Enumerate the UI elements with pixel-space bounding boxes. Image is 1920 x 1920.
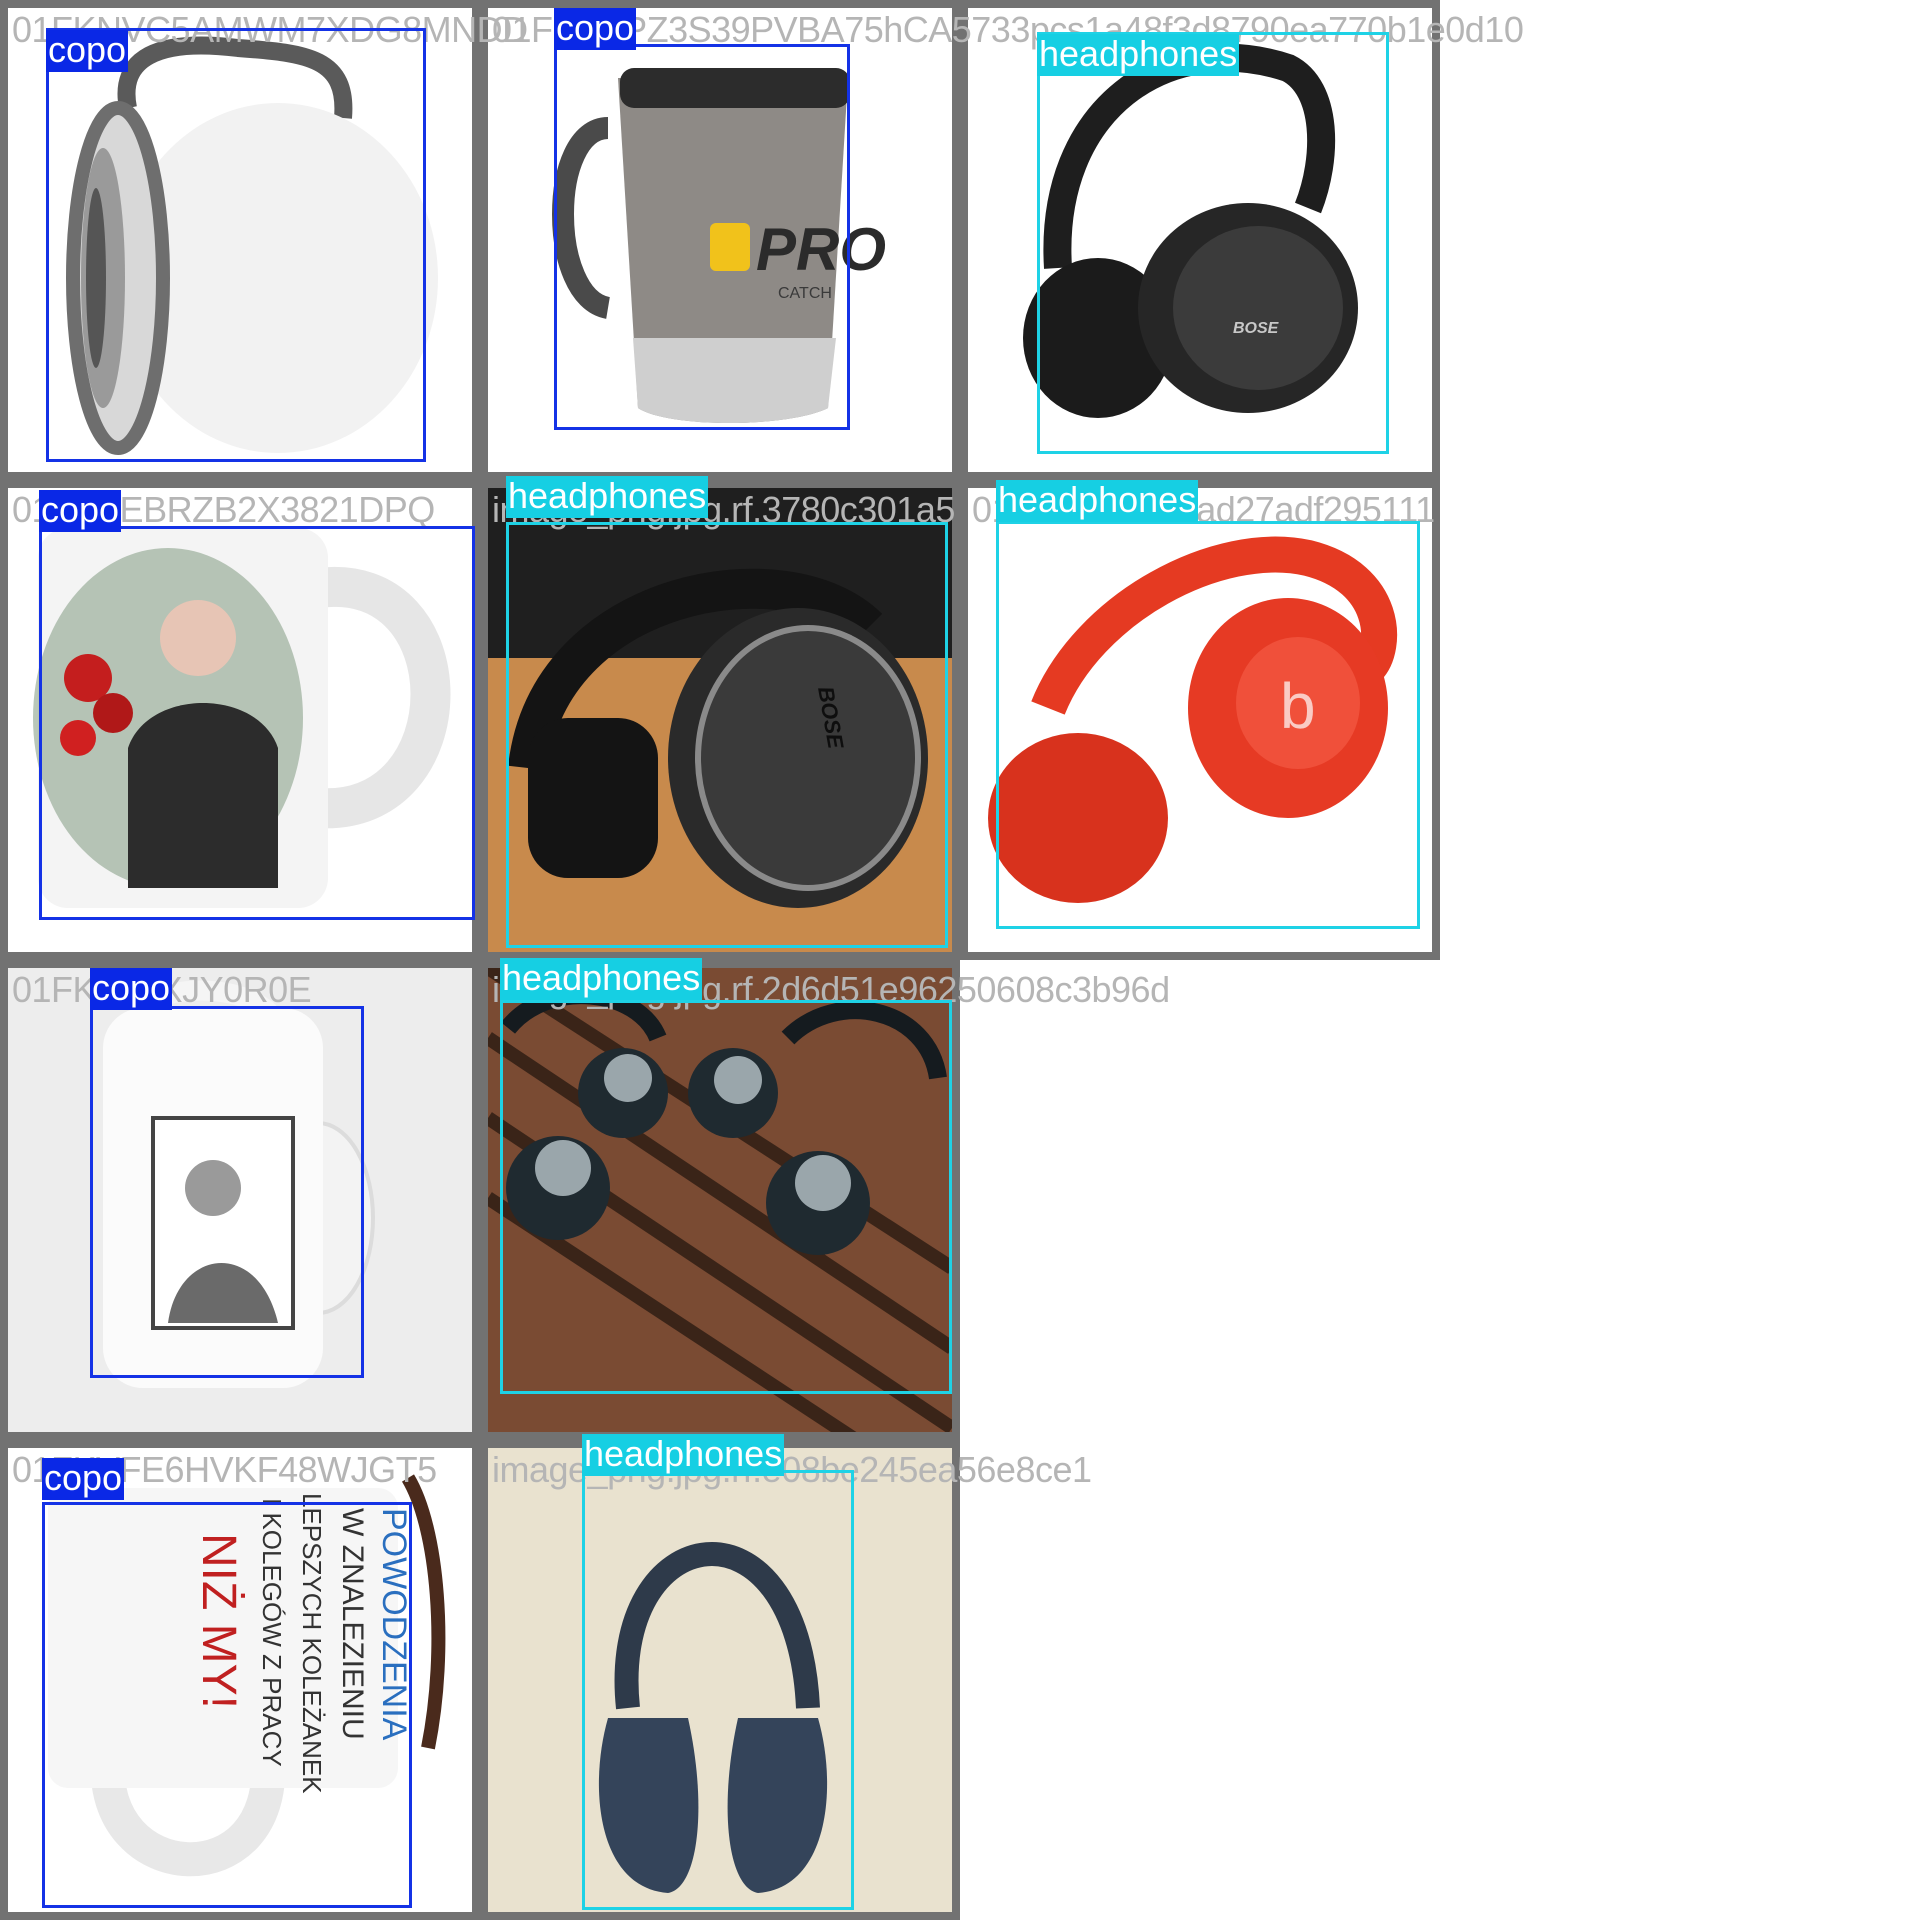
detection-label-copo: copo [39,489,122,532]
image-tile: b 01f19e60a548ad27adf295111 headphones [960,480,1440,960]
detection-label-headphones: headphones [1037,33,1240,76]
detection-label-copo: copo [42,1457,125,1500]
image-tile: 01FKNVC5AMWM7XDG8MNDD copo [0,0,528,480]
detection-box-headphones [1037,32,1389,454]
image-tile: 01FKY03XJY0R0E copo [0,960,480,1440]
image-tile: BOSE image_png.jpg.rf.3780c301a5 headpho… [480,476,960,960]
detection-label-copo: copo [554,7,637,50]
detection-box-headphones [506,522,948,948]
detection-box-copo [46,28,426,462]
detection-box-headphones [582,1470,854,1910]
detection-box-copo [90,1006,364,1378]
image-tile: PRO CATCH 01FKEEPZ3S39PVBA75hCA5733pcs1a… [480,0,1524,480]
image-tile: POWODZENIA W ZNALEZIENIU LEPSZYCH KOLEŻA… [0,1440,480,1920]
detection-label-headphones: headphones [582,1433,785,1476]
detection-label-copo: copo [90,967,173,1010]
detection-box-copo [554,44,850,430]
detection-box-headphones [500,1000,952,1394]
detection-box-headphones [996,521,1420,929]
image-tile: BOSE headphones [960,0,1440,480]
detection-box-copo [42,1502,412,1908]
image-tile: image_png.jpg.rf.2d6d51e96250608c3b96d h… [480,957,1170,1440]
detection-label-copo: copo [46,29,129,72]
image-tile: 01FKVEBRZB2X3821DPQ copo [0,480,480,960]
detection-box-copo [39,526,475,920]
detection-label-headphones: headphones [506,475,709,518]
detection-label-headphones: headphones [500,957,703,1000]
detection-label-headphones: headphones [996,479,1199,522]
image-tile: image_png.jpg.rf.e08be245ea56e8ce1 headp… [480,1434,1092,1920]
